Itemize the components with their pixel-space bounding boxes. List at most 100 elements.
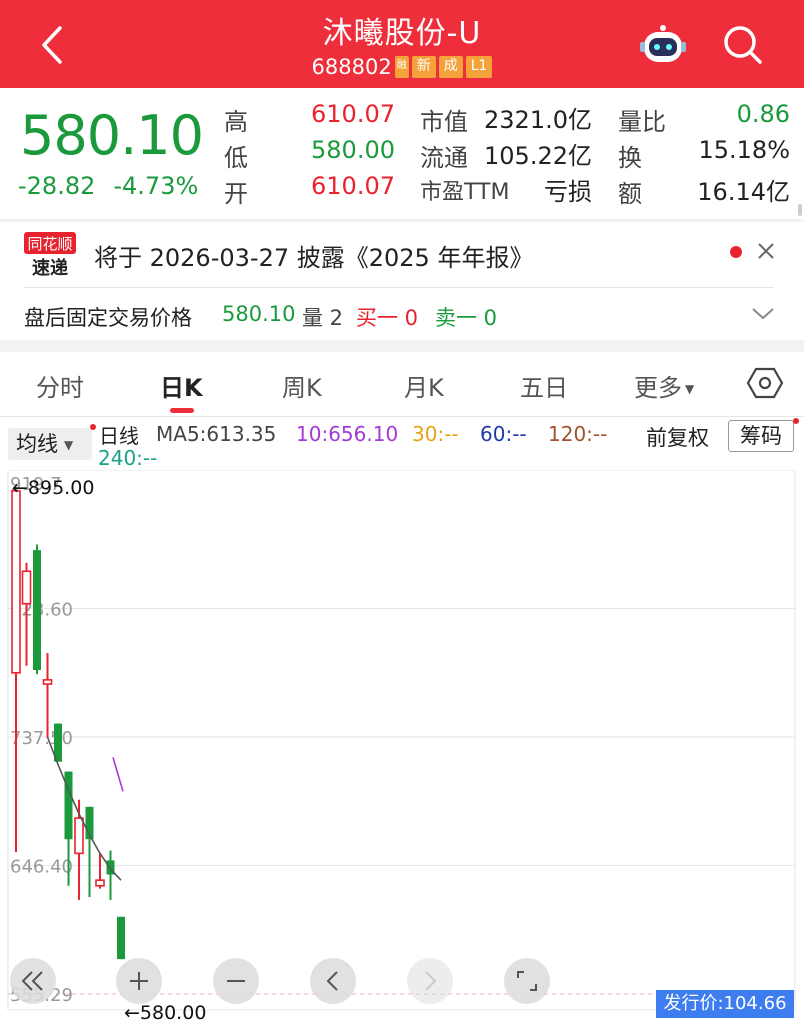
change-percent: -4.73%: [113, 172, 199, 200]
after-hours-buy1: 买一 0: [356, 306, 419, 330]
pe-ttm-value: 亏损: [544, 178, 592, 206]
unread-dot: [730, 246, 742, 258]
chart-settings-button[interactable]: [746, 364, 784, 402]
max-price-marker: ←895.00: [12, 477, 94, 499]
tab-more[interactable]: 更多 ▼: [634, 368, 694, 403]
stock-code: 688802: [311, 55, 392, 79]
ma120-label: 120:--: [548, 422, 608, 446]
tab-daily-k[interactable]: 日K: [160, 368, 203, 403]
robot-icon: [640, 25, 686, 62]
high-label: 高: [224, 108, 248, 136]
scroll-left-button[interactable]: [310, 958, 356, 1004]
zoom-in-button[interactable]: [116, 958, 162, 1004]
low-label: 低: [224, 144, 248, 172]
news-text[interactable]: 将于 2026-03-27 披露《2025 年年报》: [94, 238, 533, 273]
close-news-button[interactable]: [754, 238, 778, 264]
ma10-label: 10:656.10: [296, 422, 399, 446]
minus-icon: [227, 980, 245, 982]
candle-body: [74, 817, 84, 855]
tab-more-label: 更多: [634, 374, 682, 402]
ma10-line: [112, 757, 124, 792]
tab-weekly-k[interactable]: 周K: [282, 368, 322, 403]
moving-average-selector[interactable]: 均线 ▼: [8, 428, 92, 460]
new-tag: 新: [411, 56, 436, 78]
candle-body: [117, 916, 125, 960]
issue-price-badge: 发行价:104.66: [656, 990, 794, 1018]
market-cap-label: 市值: [420, 108, 468, 136]
volume-ratio-label: 量比: [618, 108, 666, 136]
caret-down-icon: ▼: [64, 438, 74, 452]
unread-dot: [793, 418, 799, 424]
candlestick-chart[interactable]: 828.60737.50646.40555.29919.7←895.00←580…: [0, 470, 804, 1024]
news-logo-bottom-text: 速递: [32, 257, 68, 279]
moving-average-label: 均线: [16, 432, 58, 456]
min-price-marker: ←580.00: [124, 1002, 206, 1024]
chevron-right-icon: [425, 971, 437, 991]
after-hours-volume: 量 2: [302, 306, 344, 330]
high-value: 610.07: [311, 100, 395, 128]
unread-dot: [90, 424, 96, 430]
float-cap-value: 105.22亿: [484, 142, 592, 170]
price-change: -28.82 -4.73%: [18, 172, 216, 200]
market-cap-value: 2321.0亿: [484, 106, 592, 134]
open-label: 开: [224, 180, 248, 208]
candle-body: [95, 879, 105, 887]
scrollbar-thumb[interactable]: [798, 204, 802, 216]
ma30-label: 30:--: [412, 422, 459, 446]
close-icon: [758, 243, 774, 259]
chevron-left-icon: [326, 971, 338, 991]
header-bar: 沐曦股份-U 688802 融新成 L1: [0, 0, 804, 88]
amount-value: 16.14亿: [697, 178, 790, 206]
plus-icon: [130, 972, 148, 990]
assistant-robot-button[interactable]: [638, 22, 688, 68]
news-logo-top-text: 同花顺: [27, 235, 72, 253]
candle-body: [42, 679, 53, 685]
after-hours-row: 盘后固定交易价格 580.10 量 2 买一 0 卖一 0: [0, 290, 804, 340]
hexagon-settings-icon: [746, 367, 784, 399]
open-value: 610.07: [311, 172, 395, 200]
float-cap-label: 流通: [420, 144, 468, 172]
zoom-out-button[interactable]: [213, 958, 259, 1004]
tab-intraday[interactable]: 分时: [36, 368, 84, 403]
chart-frame: [7, 470, 796, 1011]
price-adjust-selector[interactable]: 前复权: [646, 422, 709, 452]
fullscreen-button[interactable]: [504, 958, 550, 1004]
tab-five-day[interactable]: 五日: [520, 368, 568, 403]
active-tab-indicator: [170, 408, 194, 413]
line-type-label: 日线: [99, 424, 139, 448]
divider: [0, 416, 804, 417]
amount-label: 额: [618, 180, 642, 208]
current-price: 580.10: [20, 104, 204, 167]
quote-panel: 580.10 -28.82 -4.73% 高 610.07 低 580.00 开 …: [0, 88, 804, 220]
component-tag: 成: [438, 56, 463, 78]
y-tick-label: 646.40: [10, 856, 73, 877]
news-bulletin[interactable]: 同花顺 速递 将于 2026-03-27 披露《2025 年年报》: [0, 222, 804, 286]
divider: [0, 340, 804, 352]
candle-body: [21, 570, 32, 605]
chips-button[interactable]: 筹码: [728, 420, 794, 452]
divider: [24, 287, 774, 288]
chevron-down-icon: [752, 308, 774, 320]
expand-button[interactable]: [748, 300, 778, 326]
margin-tag: 融: [394, 56, 409, 78]
search-icon: [724, 26, 762, 64]
change-amount: -28.82: [18, 172, 96, 200]
scroll-to-start-button[interactable]: [10, 958, 56, 1004]
turnover-label: 换: [618, 144, 642, 172]
double-chevron-left-icon: [21, 971, 43, 991]
low-value: 580.00: [311, 136, 395, 164]
news-logo: 同花顺 速递: [22, 230, 78, 280]
fullscreen-corner-icon: [517, 971, 537, 991]
caret-down-icon: ▼: [685, 382, 695, 396]
tab-monthly-k[interactable]: 月K: [404, 368, 444, 403]
scroll-right-button[interactable]: [407, 958, 453, 1004]
after-hours-sell1: 卖一 0: [435, 306, 498, 330]
level1-tag: L1: [465, 56, 493, 78]
candle-body: [11, 490, 21, 674]
ma5-label: MA5:613.35: [156, 422, 277, 446]
candle-body: [33, 550, 41, 670]
ma240-label: 240:--: [98, 446, 158, 470]
after-hours-price: 580.10: [222, 302, 296, 326]
ma60-label: 60:--: [480, 422, 527, 446]
search-button[interactable]: [720, 22, 766, 68]
